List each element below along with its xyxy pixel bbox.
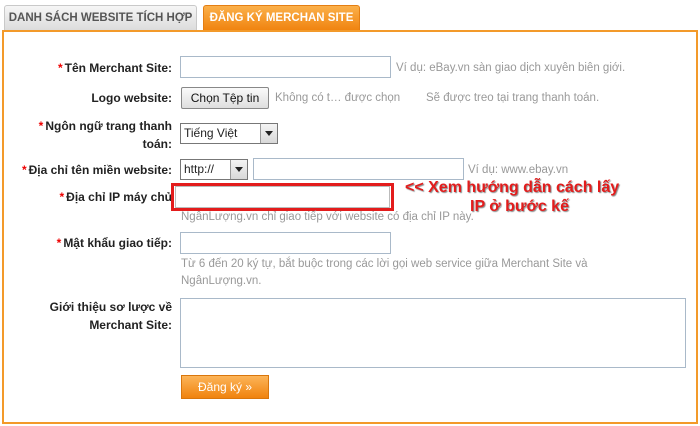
password-hint-line2: NgânLượng.vn.: [181, 275, 262, 287]
language-label: * Ngôn ngữ trang thanh toán:: [38, 119, 172, 151]
language-select[interactable]: Tiếng Việt: [180, 123, 278, 144]
language-select-value: Tiếng Việt: [184, 126, 238, 140]
choose-file-button[interactable]: Chọn Tệp tin: [181, 87, 269, 109]
protocol-select-value: http://: [184, 162, 215, 176]
intro-textarea[interactable]: [180, 298, 686, 368]
password-label: * Mật khẩu giao tiếp:: [56, 236, 172, 250]
register-button[interactable]: Đăng ký »: [181, 375, 269, 399]
file-status-text: Không có t… được chọn: [275, 92, 401, 104]
chevron-down-icon[interactable]: [260, 124, 277, 143]
tab-bar: DANH SÁCH WEBSITE TÍCH HỢP ĐĂNG KÝ MERCH…: [0, 0, 700, 31]
chevron-down-icon[interactable]: [230, 160, 247, 179]
merchant-site-hint: Ví dụ: eBay.vn sàn giao dịch xuyên biên …: [396, 62, 626, 74]
domain-input[interactable]: [253, 158, 464, 180]
logo-label: Logo website:: [91, 91, 172, 105]
tab-register-merchant[interactable]: ĐĂNG KÝ MERCHAN SITE: [203, 5, 360, 30]
password-input[interactable]: [180, 232, 391, 254]
domain-label: * Địa chỉ tên miền website:: [21, 163, 172, 177]
ip-hint: NgânLượng.vn chỉ giao tiếp với website c…: [181, 211, 474, 223]
ip-label: * Địa chỉ IP máy chủ: [59, 190, 173, 204]
logo-hint: Sẽ được treo tại trang thanh toán.: [426, 92, 600, 104]
ip-highlight-box: [171, 183, 394, 211]
merchant-site-input[interactable]: [180, 56, 391, 78]
tab-website-list[interactable]: DANH SÁCH WEBSITE TÍCH HỢP: [4, 5, 197, 30]
annotation-line2: IP ở bước kế: [470, 198, 569, 215]
merchant-site-label: * Tên Merchant Site:: [57, 61, 172, 75]
protocol-select[interactable]: http://: [180, 159, 248, 180]
domain-hint: Ví dụ: www.ebay.vn: [468, 164, 569, 176]
annotation-line1: << Xem hướng dẫn cách lấy: [405, 179, 620, 196]
password-hint-line1: Từ 6 đến 20 ký tự, bắt buộc trong các lờ…: [181, 258, 588, 270]
intro-label: Giới thiệu sơ lược về Merchant Site:: [49, 300, 172, 332]
